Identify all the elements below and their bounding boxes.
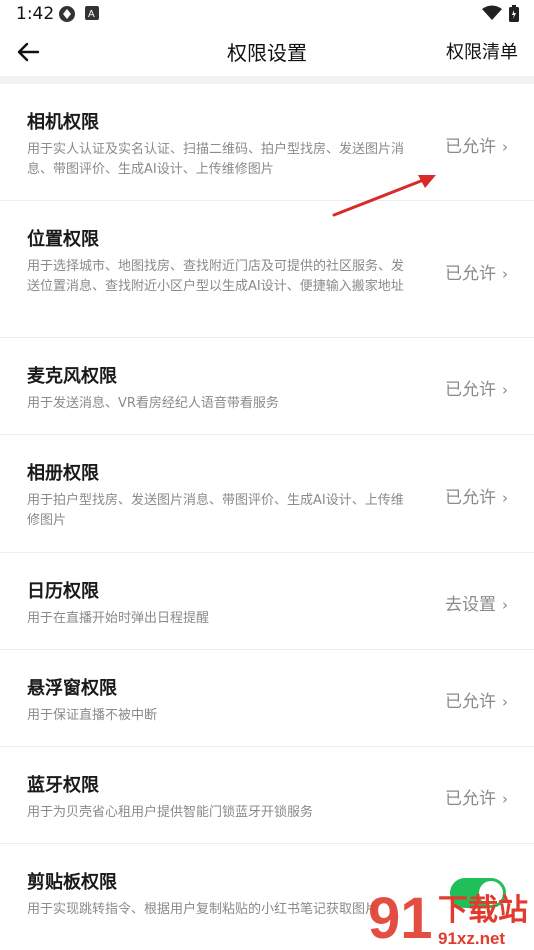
chevron-right-icon: › [502,790,508,808]
row-status[interactable]: 已允许 › [445,375,508,400]
chevron-right-icon: › [502,489,508,507]
status-bar: 1:42 A [0,0,534,28]
permission-row-album[interactable]: 相册权限 用于拍户型找房、发送图片消息、带图评价、生成AI设计、上传维修图片 已… [0,435,534,553]
app-notification-icon [59,6,75,22]
row-title: 日历权限 [27,581,99,602]
chevron-right-icon: › [502,138,508,156]
row-title: 位置权限 [27,229,99,250]
permission-row-location[interactable]: 位置权限 用于选择城市、地图找房、查找附近门店及可提供的社区服务、发送位置消息、… [0,201,534,338]
row-status[interactable]: 去设置 › [445,590,508,615]
row-title: 相册权限 [27,463,99,484]
permission-row-floating-window[interactable]: 悬浮窗权限 用于保证直播不被中断 已允许 › [0,650,534,747]
permission-row-bluetooth[interactable]: 蓝牙权限 用于为贝壳省心租用户提供智能门锁蓝牙开锁服务 已允许 › [0,747,534,844]
chevron-right-icon: › [502,381,508,399]
top-app-bar: 权限设置 权限清单 [0,28,534,74]
row-description: 用于为贝壳省心租用户提供智能门锁蓝牙开锁服务 [27,805,314,820]
watermark-brand: 下载站 [438,893,528,928]
row-description: 用于保证直播不被中断 [27,708,158,723]
permission-row-microphone[interactable]: 麦克风权限 用于发送消息、VR看房经纪人语音带看服务 已允许 › [0,338,534,435]
status-text: 已允许 [445,264,496,284]
status-text: 已允许 [445,692,496,712]
row-status[interactable]: 已允许 › [445,259,508,284]
row-title: 剪贴板权限 [27,872,117,893]
status-text: 已允许 [445,789,496,809]
row-description: 用于发送消息、VR看房经纪人语音带看服务 [27,396,279,411]
wifi-icon [482,5,502,20]
row-description: 用于在直播开始时弹出日程提醒 [27,611,210,626]
row-title: 相机权限 [27,112,99,133]
status-text: 已允许 [445,380,496,400]
row-status[interactable]: 已允许 › [445,132,508,157]
row-description: 用于实现跳转指令、根据用户复制粘贴的小红书笔记获取图片 [27,902,379,917]
chevron-right-icon: › [502,693,508,711]
row-status[interactable]: 已允许 › [445,483,508,508]
status-text: 已允许 [445,137,496,157]
row-title: 蓝牙权限 [27,775,99,796]
row-status[interactable]: 已允许 › [445,687,508,712]
row-title: 麦克风权限 [27,366,117,387]
chevron-right-icon: › [502,596,508,614]
watermark-logo-icon: 91 下载站 91xz.net [368,886,528,950]
watermark-url: 91xz.net [438,929,505,948]
a-notification-icon: A [85,6,99,20]
status-text: 去设置 [445,595,496,615]
permission-row-camera[interactable]: 相机权限 用于实人认证及实名认证、扫描二维码、拍户型找房、发送图片消息、带图评价… [0,84,534,201]
status-text: 已允许 [445,488,496,508]
chevron-right-icon: › [502,265,508,283]
watermark-number: 91 [368,886,433,950]
battery-icon [509,5,519,22]
row-description: 用于拍户型找房、发送图片消息、带图评价、生成AI设计、上传维修图片 [27,493,404,528]
svg-text:A: A [88,9,95,20]
row-title: 悬浮窗权限 [27,678,117,699]
permission-list: 相机权限 用于实人认证及实名认证、扫描二维码、拍户型找房、发送图片消息、带图评价… [0,84,534,950]
row-description: 用于选择城市、地图找房、查找附近门店及可提供的社区服务、发送位置消息、查找附近小… [27,259,405,294]
header-divider [0,76,534,84]
permission-row-calendar[interactable]: 日历权限 用于在直播开始时弹出日程提醒 去设置 › [0,553,534,650]
row-status[interactable]: 已允许 › [445,784,508,809]
permission-list-button[interactable]: 权限清单 [446,38,518,64]
annotation-arrow-icon [332,175,436,217]
status-time: 1:42 [16,4,55,24]
